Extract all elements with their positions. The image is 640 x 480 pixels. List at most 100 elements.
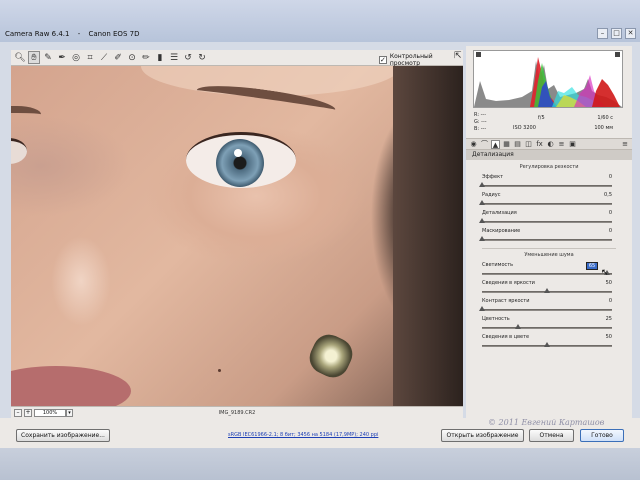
adjustment-brush-icon[interactable]: ✏ — [140, 51, 152, 64]
slider-track[interactable] — [482, 203, 612, 205]
mouse-cursor-icon: ↖ — [601, 268, 609, 278]
slider-label: Сведения в яркости — [482, 280, 535, 286]
slider-track[interactable] — [482, 327, 612, 329]
graduated-filter-icon[interactable]: ▮ — [154, 51, 166, 64]
hsl-tab-icon[interactable]: ▦ — [502, 140, 511, 149]
fullscreen-icon[interactable]: ⇱ — [454, 51, 462, 61]
copyright-watermark: © 2011 Евгений Карташов — [488, 418, 605, 427]
slider-thumb[interactable] — [544, 288, 550, 293]
basic-tab-icon[interactable]: ◉ — [469, 140, 478, 149]
bottom-strip — [0, 448, 640, 480]
b-label: B: — [474, 126, 480, 132]
slider-0[interactable]: Светимость 65 — [482, 262, 612, 280]
white-balance-icon[interactable]: ✎ — [42, 51, 54, 64]
window-title: Camera Raw 6.4.1 - Canon EOS 7D — [5, 30, 145, 38]
slider-label: Маскирование — [482, 228, 521, 234]
camera-info: f/5 1/60 с ISO 3200 100 мм — [508, 113, 618, 133]
camera-calibration-tab-icon[interactable]: ◐ — [546, 140, 555, 149]
slider-track[interactable] — [482, 239, 612, 241]
slider-thumb[interactable] — [515, 324, 522, 329]
slider-label: Светимость — [482, 262, 514, 268]
slider-thumb[interactable] — [479, 306, 485, 311]
adjustments-panel: R: --- G: --- B: --- f/5 1/60 с ISO 3200 1… — [466, 46, 632, 418]
lens-corrections-tab-icon[interactable]: ◫ — [524, 140, 533, 149]
b-value: --- — [480, 126, 487, 132]
slider-1[interactable]: Сведения в яркости 50 — [482, 280, 612, 298]
straighten-icon[interactable]: ⟋ — [98, 51, 110, 64]
effects-tab-icon[interactable]: fx — [535, 140, 544, 149]
color-sampler-icon[interactable]: ✒ — [56, 51, 68, 64]
presets-tab-icon[interactable]: ≡ — [557, 140, 566, 149]
slider-2[interactable]: Контраст яркости 0 — [479, 298, 612, 316]
tool-icons: 🔍︎ ✋︎ ✎ ✒ ◎ ⌗ ⟋ ✐ ⊙ ✏ ▮ ☰ ↺ ↻ — [14, 51, 208, 64]
shadow-clipping-indicator[interactable] — [476, 52, 481, 57]
preferences-icon[interactable]: ☰ — [168, 51, 180, 64]
slider-track[interactable] — [482, 185, 612, 187]
slider-3[interactable]: Цветность 25 — [482, 316, 612, 334]
slider-value-field[interactable]: 0 — [588, 298, 612, 304]
slider-label: Эффект — [482, 174, 504, 180]
slider-thumb[interactable] — [479, 218, 485, 223]
open-image-button[interactable]: Открыть изображение — [441, 429, 524, 442]
done-button[interactable]: Готово — [580, 429, 624, 442]
slider-value-field[interactable]: 50 — [588, 334, 612, 340]
g-label: G: — [474, 119, 480, 125]
divider — [482, 248, 616, 249]
slider-value-field[interactable]: 0,5 — [588, 192, 612, 198]
slider-value-field[interactable]: 0 — [588, 210, 612, 216]
maximize-button[interactable]: □ — [611, 28, 622, 39]
zoom-icon[interactable]: 🔍︎ — [14, 51, 26, 64]
slider-value-field[interactable]: 25 — [588, 316, 612, 322]
slider-track[interactable] — [482, 309, 612, 311]
detail-tab-icon[interactable]: ▲ — [491, 139, 500, 149]
slider-thumb[interactable] — [479, 182, 485, 187]
slider-1[interactable]: Радиус 0,5 — [479, 192, 612, 210]
close-button[interactable]: ✕ — [625, 28, 636, 39]
r-value: --- — [480, 112, 487, 118]
slider-thumb[interactable] — [479, 236, 485, 241]
slider-track[interactable] — [482, 221, 612, 223]
aperture-value: f/5 — [538, 115, 545, 121]
preview-option[interactable]: ✓ Контрольный просмотр — [379, 53, 463, 67]
preview-checkbox[interactable]: ✓ — [379, 56, 387, 64]
slider-label: Сведения в цвете — [482, 334, 530, 340]
highlight-clipping-indicator[interactable] — [615, 52, 620, 57]
rgb-readout: R: --- G: --- B: --- — [474, 112, 487, 133]
slider-4[interactable]: Сведения в цвете 50 — [482, 334, 612, 352]
slider-0[interactable]: Эффект 0 — [479, 174, 612, 192]
window-controls: – □ ✕ — [597, 28, 636, 39]
toolbar: 🔍︎ ✋︎ ✎ ✒ ◎ ⌗ ⟋ ✐ ⊙ ✏ ▮ ☰ ↺ ↻ ✓ Контроль… — [11, 50, 463, 67]
slider-3[interactable]: Маскирование 0 — [479, 228, 612, 246]
section-title: Детализация — [466, 150, 632, 160]
cancel-button[interactable]: Отмена — [529, 429, 574, 442]
slider-thumb[interactable] — [479, 200, 485, 205]
workflow-options-link[interactable]: sRGB IEC61966-2.1; 8 бит; 3456 на 5184 (… — [228, 432, 378, 438]
slider-thumb[interactable] — [544, 342, 550, 347]
slider-value-field[interactable]: 0 — [588, 174, 612, 180]
slider-track[interactable] — [482, 273, 612, 275]
r-label: R: — [474, 112, 480, 118]
split-toning-tab-icon[interactable]: ▤ — [513, 140, 522, 149]
tone-curve-tab-icon[interactable]: ⌒ — [480, 140, 489, 149]
camera-model: Canon EOS 7D — [88, 30, 140, 38]
shutter-value: 1/60 с — [597, 115, 613, 121]
save-image-button[interactable]: Сохранить изображение... — [16, 429, 110, 442]
spot-removal-icon[interactable]: ✐ — [112, 51, 124, 64]
target-adjustment-icon[interactable]: ◎ — [70, 51, 82, 64]
crop-icon[interactable]: ⌗ — [84, 51, 96, 64]
snapshots-tab-icon[interactable]: ▣ — [568, 140, 577, 149]
noise-reduction-title: Уменьшение шума — [524, 252, 574, 258]
panel-menu-icon[interactable]: ≡ — [622, 140, 628, 148]
rotate-ccw-icon[interactable]: ↺ — [182, 51, 194, 64]
rotate-cw-icon[interactable]: ↻ — [196, 51, 208, 64]
image-preview[interactable] — [11, 66, 463, 406]
slider-2[interactable]: Детализация 0 — [479, 210, 612, 228]
slider-value-field[interactable]: 0 — [588, 228, 612, 234]
red-eye-icon[interactable]: ⊙ — [126, 51, 138, 64]
app-title: Camera Raw 6.4.1 — [5, 30, 70, 38]
g-value: --- — [481, 119, 487, 125]
slider-value-field[interactable]: 50 — [588, 280, 612, 286]
hand-icon[interactable]: ✋︎ — [28, 51, 40, 64]
minimize-button[interactable]: – — [597, 28, 608, 39]
slider-value-field[interactable]: 65 — [586, 262, 598, 270]
